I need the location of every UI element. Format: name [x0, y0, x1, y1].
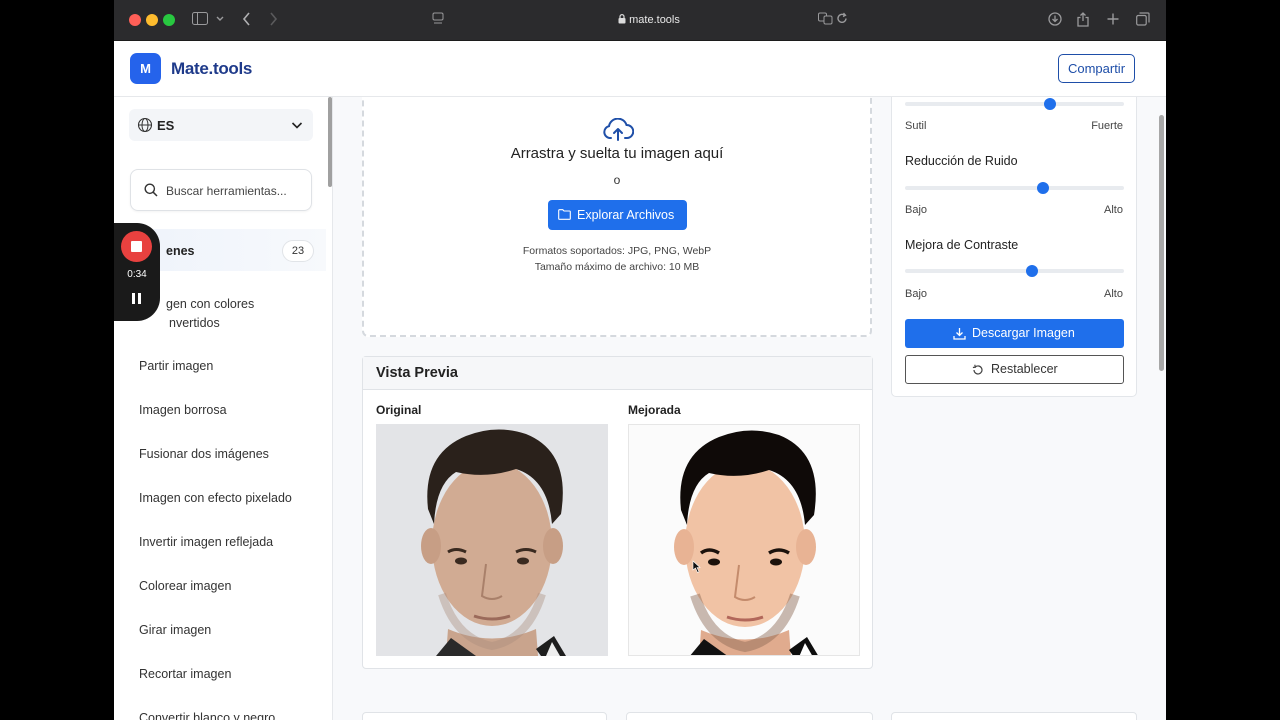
- forward-icon[interactable]: [269, 12, 278, 29]
- search-placeholder: Buscar herramientas...: [166, 184, 287, 198]
- sidebar-item-inverted-colors[interactable]: gen con colores: [166, 295, 254, 314]
- reset-icon: [972, 364, 983, 375]
- sidebar-item-black-white[interactable]: Convertir blanco y negro: [139, 709, 275, 720]
- category-label: enes: [166, 244, 195, 258]
- enhanced-image: [628, 424, 860, 656]
- site-header: M Mate.tools Compartir: [114, 41, 1166, 97]
- sidebar-item-label: gen con colores: [166, 297, 255, 311]
- slider-knob[interactable]: [1043, 98, 1056, 110]
- original-label: Original: [376, 403, 422, 417]
- browse-files-button[interactable]: Explorar Archivos: [548, 200, 687, 230]
- category-count-badge: 23: [282, 240, 314, 262]
- sidebar-item-mirror-image[interactable]: Invertir imagen reflejada: [139, 533, 273, 552]
- sidebar-item-merge-images[interactable]: Fusionar dos imágenes: [139, 445, 269, 464]
- slider-knob[interactable]: [1026, 265, 1039, 277]
- share-button[interactable]: Compartir: [1058, 54, 1135, 83]
- screen-recording-control: 0:34: [114, 223, 160, 321]
- tool-search-input[interactable]: Buscar herramientas...: [130, 169, 312, 211]
- reset-button[interactable]: Restablecer: [905, 355, 1124, 384]
- sidebar-item-crop-image[interactable]: Recortar imagen: [139, 665, 231, 684]
- tab-overview-icon[interactable]: [1136, 12, 1150, 29]
- browser-toolbar: mate.tools: [114, 0, 1166, 41]
- slider-knob[interactable]: [1036, 182, 1049, 194]
- language-label: ES: [157, 118, 175, 133]
- page-settings-icon[interactable]: [432, 12, 444, 28]
- reload-icon[interactable]: [836, 12, 848, 28]
- slider-max-label: Alto: [1104, 204, 1123, 216]
- sidebar-item-label: nvertidos: [169, 316, 220, 330]
- stop-recording-button[interactable]: [121, 231, 152, 262]
- supported-formats: Formatos soportados: JPG, PNG, WebP: [522, 245, 712, 257]
- back-icon[interactable]: [242, 12, 251, 29]
- chevron-down-icon[interactable]: [216, 12, 224, 28]
- address-bar[interactable]: mate.tools: [584, 11, 714, 29]
- slider-min-label: Sutil: [905, 120, 927, 132]
- noise-reduction-title: Reducción de Ruido: [905, 154, 1018, 168]
- sidebar-item-rotate-image[interactable]: Girar imagen: [139, 621, 211, 640]
- related-card[interactable]: [362, 712, 607, 720]
- related-card[interactable]: [891, 712, 1137, 720]
- browse-files-label: Explorar Archivos: [577, 208, 675, 222]
- image-dropzone[interactable]: Arrastra y suelta tu imagen aquí o Explo…: [362, 97, 872, 337]
- dropzone-or: o: [613, 173, 621, 187]
- download-image-button[interactable]: Descargar Imagen: [905, 319, 1124, 348]
- download-icon: [953, 328, 966, 340]
- sidebar-item-split-image[interactable]: Partir imagen: [139, 357, 213, 376]
- strength-slider[interactable]: [905, 98, 1124, 110]
- sidebar-toggle-icon[interactable]: [192, 12, 208, 28]
- recording-time: 0:34: [127, 269, 147, 280]
- main-scrollbar[interactable]: [1159, 115, 1164, 371]
- translate-icon[interactable]: [818, 12, 833, 28]
- preview-title: Vista Previa: [376, 365, 458, 381]
- max-file-size: Tamaño máximo de archivo: 10 MB: [534, 261, 700, 273]
- enhanced-label: Mejorada: [628, 403, 681, 417]
- zoom-window-button[interactable]: [163, 14, 175, 26]
- stop-icon: [131, 241, 142, 252]
- slider-min-label: Bajo: [905, 204, 928, 216]
- sidebar-item-blur-image[interactable]: Imagen borrosa: [139, 401, 227, 420]
- lock-icon: [618, 14, 626, 24]
- contrast-slider[interactable]: [905, 265, 1124, 277]
- language-selector[interactable]: ES: [129, 109, 313, 141]
- sidebar-scrollbar[interactable]: [328, 97, 332, 187]
- dropzone-title: Arrastra y suelta tu imagen aquí: [510, 145, 724, 162]
- site-logo[interactable]: M: [130, 53, 161, 84]
- noise-reduction-slider[interactable]: [905, 182, 1124, 194]
- related-card[interactable]: [626, 712, 873, 720]
- chevron-down-icon: [291, 122, 303, 129]
- pause-recording-button[interactable]: [132, 293, 141, 304]
- url-text: mate.tools: [629, 14, 680, 26]
- enhancement-controls-panel: Sutil Fuerte Reducción de Ruido Bajo Alt…: [891, 97, 1137, 397]
- slider-max-label: Alto: [1104, 288, 1123, 300]
- cloud-upload-icon: [603, 118, 634, 141]
- globe-icon: [137, 117, 153, 133]
- main-content: Arrastra y suelta tu imagen aquí o Explo…: [333, 97, 1166, 720]
- sidebar: ES Buscar herramientas... enes 23 gen co…: [114, 97, 333, 720]
- download-icon[interactable]: [1048, 12, 1062, 29]
- contrast-title: Mejora de Contraste: [905, 238, 1019, 252]
- share-icon[interactable]: [1077, 12, 1089, 30]
- reset-label: Restablecer: [991, 362, 1058, 376]
- new-tab-icon[interactable]: [1107, 12, 1119, 28]
- folder-icon: [558, 209, 571, 220]
- download-image-label: Descargar Imagen: [972, 326, 1075, 340]
- original-image: [376, 424, 608, 656]
- close-window-button[interactable]: [129, 14, 141, 26]
- sidebar-item-pixelate-image[interactable]: Imagen con efecto pixelado: [139, 489, 292, 508]
- sidebar-item-inverted-colors-line2[interactable]: nvertidos: [169, 314, 220, 333]
- minimize-window-button[interactable]: [146, 14, 158, 26]
- preview-card: Vista Previa Original Mejorada: [362, 356, 873, 669]
- browser-window: mate.tools M Mate.tools Compartir ES Bus…: [114, 0, 1166, 720]
- preview-header: Vista Previa: [363, 357, 872, 390]
- sidebar-item-colorize-image[interactable]: Colorear imagen: [139, 577, 231, 596]
- slider-max-label: Fuerte: [1091, 120, 1123, 132]
- slider-min-label: Bajo: [905, 288, 928, 300]
- search-icon: [144, 183, 158, 197]
- site-name[interactable]: Mate.tools: [171, 59, 252, 79]
